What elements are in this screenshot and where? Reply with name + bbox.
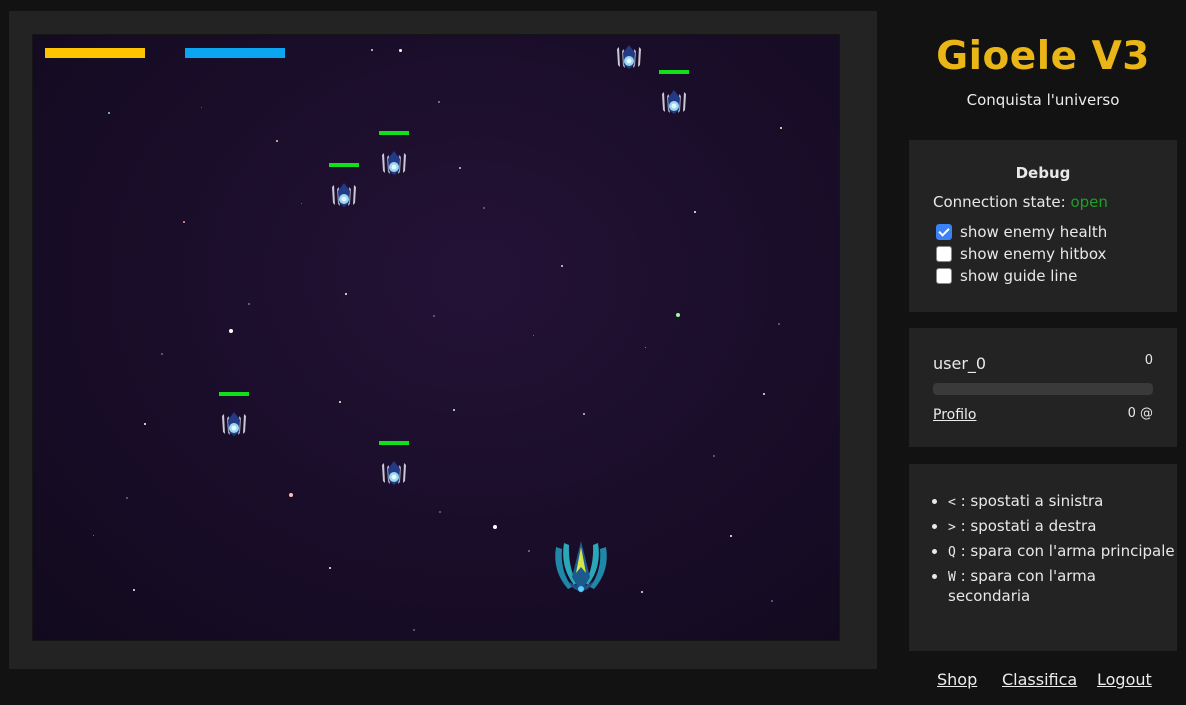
debug-title: Debug [1015, 164, 1071, 182]
star [483, 207, 485, 209]
control-description: : spostati a destra [955, 517, 1097, 535]
star [108, 112, 110, 114]
username: user_0 [933, 354, 987, 373]
coins-balance: 0 @ [1127, 406, 1153, 421]
app-subtitle: Conquista l'universo [966, 91, 1120, 109]
star [439, 511, 441, 513]
star [780, 127, 782, 129]
enemy-ship-icon [613, 41, 645, 73]
star [399, 49, 402, 52]
star [676, 313, 680, 317]
debug-panel: Debug Connection state: open show enemy … [909, 140, 1177, 312]
key-label: W [948, 570, 956, 585]
star [433, 315, 435, 317]
star [778, 323, 780, 325]
connection-value: open [1070, 193, 1108, 211]
star [93, 535, 94, 536]
control-description: : spara con l'arma principale [955, 542, 1175, 560]
star [301, 203, 302, 204]
enemy-ship-icon [328, 179, 360, 211]
star [339, 401, 341, 403]
show-enemy-health-checkbox[interactable] [936, 224, 952, 240]
profile-link[interactable]: Profilo [933, 407, 976, 423]
enemy-health-bar [219, 392, 249, 396]
star [183, 221, 185, 223]
star [126, 497, 128, 499]
control-description: : spara con l'arma secondaria [948, 567, 1096, 605]
control-description: : spostati a sinistra [955, 492, 1104, 510]
star [561, 265, 563, 267]
star [276, 140, 278, 142]
star [229, 329, 233, 333]
option-label: show enemy health [960, 223, 1108, 241]
list-item: Q : spara con l'arma principale [948, 542, 1178, 562]
star [771, 600, 773, 602]
star [583, 413, 585, 415]
option-show-guide-line[interactable]: show guide line [936, 267, 1077, 285]
star [533, 335, 534, 336]
list-item: > : spostati a destra [948, 517, 1178, 537]
enemy-ship-icon [378, 457, 410, 489]
star [528, 550, 530, 552]
star [641, 591, 643, 593]
star [289, 493, 293, 497]
player-shield-bar [185, 48, 285, 58]
star [730, 535, 732, 537]
star [144, 423, 146, 425]
shop-link[interactable]: Shop [937, 670, 977, 689]
score: 0 [1144, 353, 1153, 368]
star [161, 353, 163, 355]
user-panel: user_0 0 Profilo 0 @ [909, 328, 1177, 447]
show-guide-line-checkbox[interactable] [936, 268, 952, 284]
connection-state: Connection state: open [933, 193, 1108, 211]
option-show-enemy-health[interactable]: show enemy health [936, 223, 1107, 241]
key-label: > [948, 520, 956, 535]
star [763, 393, 765, 395]
star [453, 409, 455, 411]
player-ship-icon [550, 537, 612, 597]
controls-list: < : spostati a sinistra > : spostati a d… [933, 492, 1178, 611]
star [133, 589, 135, 591]
key-label: < [948, 495, 956, 510]
enemy-health-bar [379, 441, 409, 445]
star [248, 303, 250, 305]
enemy-ship-icon [658, 86, 690, 118]
game-canvas[interactable] [33, 35, 839, 640]
star [459, 167, 461, 169]
option-label: show enemy hitbox [960, 245, 1107, 263]
enemy-ship-icon [218, 408, 250, 440]
option-show-enemy-hitbox[interactable]: show enemy hitbox [936, 245, 1106, 263]
player-health-bar [45, 48, 145, 58]
controls-panel: < : spostati a sinistra > : spostati a d… [909, 464, 1177, 651]
star [201, 107, 202, 108]
xp-progress-bar [933, 383, 1153, 395]
enemy-health-bar [329, 163, 359, 167]
leaderboard-link[interactable]: Classifica [1002, 670, 1077, 689]
list-item: < : spostati a sinistra [948, 492, 1178, 512]
key-label: Q [948, 545, 956, 560]
star [438, 101, 440, 103]
star [694, 211, 696, 213]
enemy-health-bar [379, 131, 409, 135]
option-label: show guide line [960, 267, 1078, 285]
star [713, 455, 715, 457]
enemy-health-bar [659, 70, 689, 74]
enemy-ship-icon [378, 147, 410, 179]
game-frame [9, 11, 877, 669]
star [371, 49, 373, 51]
star [413, 629, 415, 631]
show-enemy-hitbox-checkbox[interactable] [936, 246, 952, 262]
star [493, 525, 497, 529]
star [645, 347, 646, 348]
star [345, 293, 347, 295]
app-title: Gioele V3 [936, 34, 1150, 79]
star [329, 567, 331, 569]
connection-label: Connection state: [933, 193, 1066, 211]
logout-link[interactable]: Logout [1097, 670, 1152, 689]
list-item: W : spara con l'arma secondaria [948, 567, 1178, 606]
